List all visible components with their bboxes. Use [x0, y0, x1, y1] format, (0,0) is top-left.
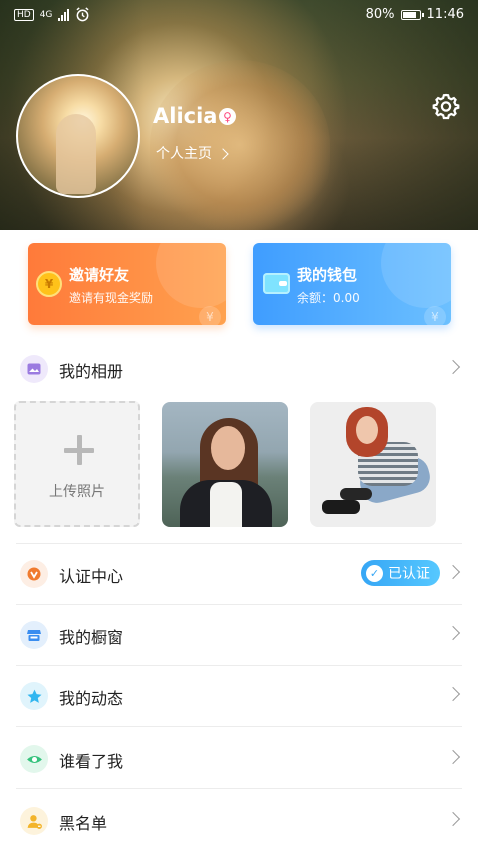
- yuan-watermark-icon: ¥: [424, 306, 446, 325]
- clock: 11:46: [426, 7, 464, 22]
- menu-label: 黑名单: [59, 814, 108, 833]
- homepage-link[interactable]: 个人主页: [156, 143, 230, 163]
- album-photo[interactable]: [310, 402, 436, 527]
- hd-icon: HD: [14, 8, 34, 21]
- chevron-right-icon: [445, 811, 461, 827]
- verified-check-icon: ✓: [366, 564, 383, 582]
- menu-label: 我的橱窗: [59, 628, 124, 647]
- blacklist-user-icon: [20, 807, 48, 835]
- plus-icon-vertical: [76, 435, 82, 465]
- divider: [16, 604, 462, 605]
- wallet-title: 我的钱包: [297, 266, 358, 284]
- status-bar: HD 4G 80% 11:46: [0, 0, 478, 32]
- photo-shoe: [322, 500, 360, 514]
- homepage-label: 个人主页: [156, 146, 212, 162]
- shop-window-icon: [20, 621, 48, 649]
- alarm-icon: [76, 7, 89, 22]
- menu-item-my-moments[interactable]: 我的动态: [0, 668, 478, 724]
- chevron-right-icon: [445, 564, 461, 580]
- eye-icon: [20, 745, 48, 773]
- avatar[interactable]: [16, 74, 140, 198]
- menu-label: 谁看了我: [59, 752, 124, 771]
- verified-label: 已认证: [388, 566, 430, 582]
- wallet-icon: [263, 273, 290, 294]
- signal-icon: [58, 8, 70, 21]
- star-icon: [20, 682, 48, 710]
- card-decoration: [381, 243, 451, 308]
- photo-shoe: [340, 488, 372, 500]
- divider: [16, 543, 462, 544]
- photo-shirt: [210, 482, 242, 527]
- menu-item-blacklist[interactable]: 黑名单: [0, 793, 478, 849]
- battery-icon: [400, 9, 424, 20]
- chevron-right-icon: [445, 625, 461, 641]
- certification-icon: [20, 560, 48, 588]
- album-title: 我的相册: [59, 362, 124, 381]
- photo-face: [211, 426, 245, 470]
- invite-subtitle: 邀请有现金奖励: [69, 291, 154, 305]
- album-icon: [20, 355, 48, 383]
- profile-header: HD 4G 80% 11:46 Alicia ♀ 个人主页: [0, 0, 478, 230]
- menu-label: 我的动态: [59, 689, 124, 708]
- invite-title: 邀请好友: [69, 266, 130, 284]
- album-photo[interactable]: [162, 402, 288, 527]
- menu-item-my-showcase[interactable]: 我的橱窗: [0, 607, 478, 663]
- yuan-watermark-icon: ¥: [199, 306, 221, 325]
- divider: [16, 665, 462, 666]
- female-gender-icon: ♀: [219, 108, 236, 125]
- my-album-row[interactable]: 我的相册: [0, 341, 478, 397]
- menu-item-who-viewed-me[interactable]: 谁看了我: [0, 731, 478, 787]
- upload-photo-button[interactable]: 上传照片: [14, 401, 140, 527]
- divider: [16, 726, 462, 727]
- chevron-right-icon: [445, 686, 461, 702]
- coin-icon: ¥: [36, 271, 62, 297]
- wallet-balance: 余额：0.00: [297, 291, 360, 305]
- my-wallet-card[interactable]: 我的钱包 余额：0.00 ¥: [253, 243, 451, 325]
- menu-item-certification-center[interactable]: 认证中心 ✓ 已认证: [0, 546, 478, 602]
- verified-badge: ✓ 已认证: [361, 560, 440, 586]
- photo-face: [356, 416, 378, 444]
- upload-photo-label: 上传照片: [49, 484, 105, 500]
- chevron-right-icon: [445, 749, 461, 765]
- avatar-figure: [56, 114, 96, 194]
- chevron-right-icon: [445, 359, 461, 375]
- network-type: 4G: [39, 9, 53, 20]
- battery-percent: 80%: [365, 7, 395, 22]
- card-decoration: [156, 243, 226, 308]
- invite-friends-card[interactable]: ¥ 邀请好友 邀请有现金奖励 ¥: [28, 243, 226, 325]
- chevron-right-icon: [217, 148, 230, 160]
- divider: [16, 788, 462, 789]
- profile-name: Alicia: [153, 104, 218, 128]
- settings-gear-icon[interactable]: [431, 91, 461, 121]
- menu-label: 认证中心: [59, 567, 124, 586]
